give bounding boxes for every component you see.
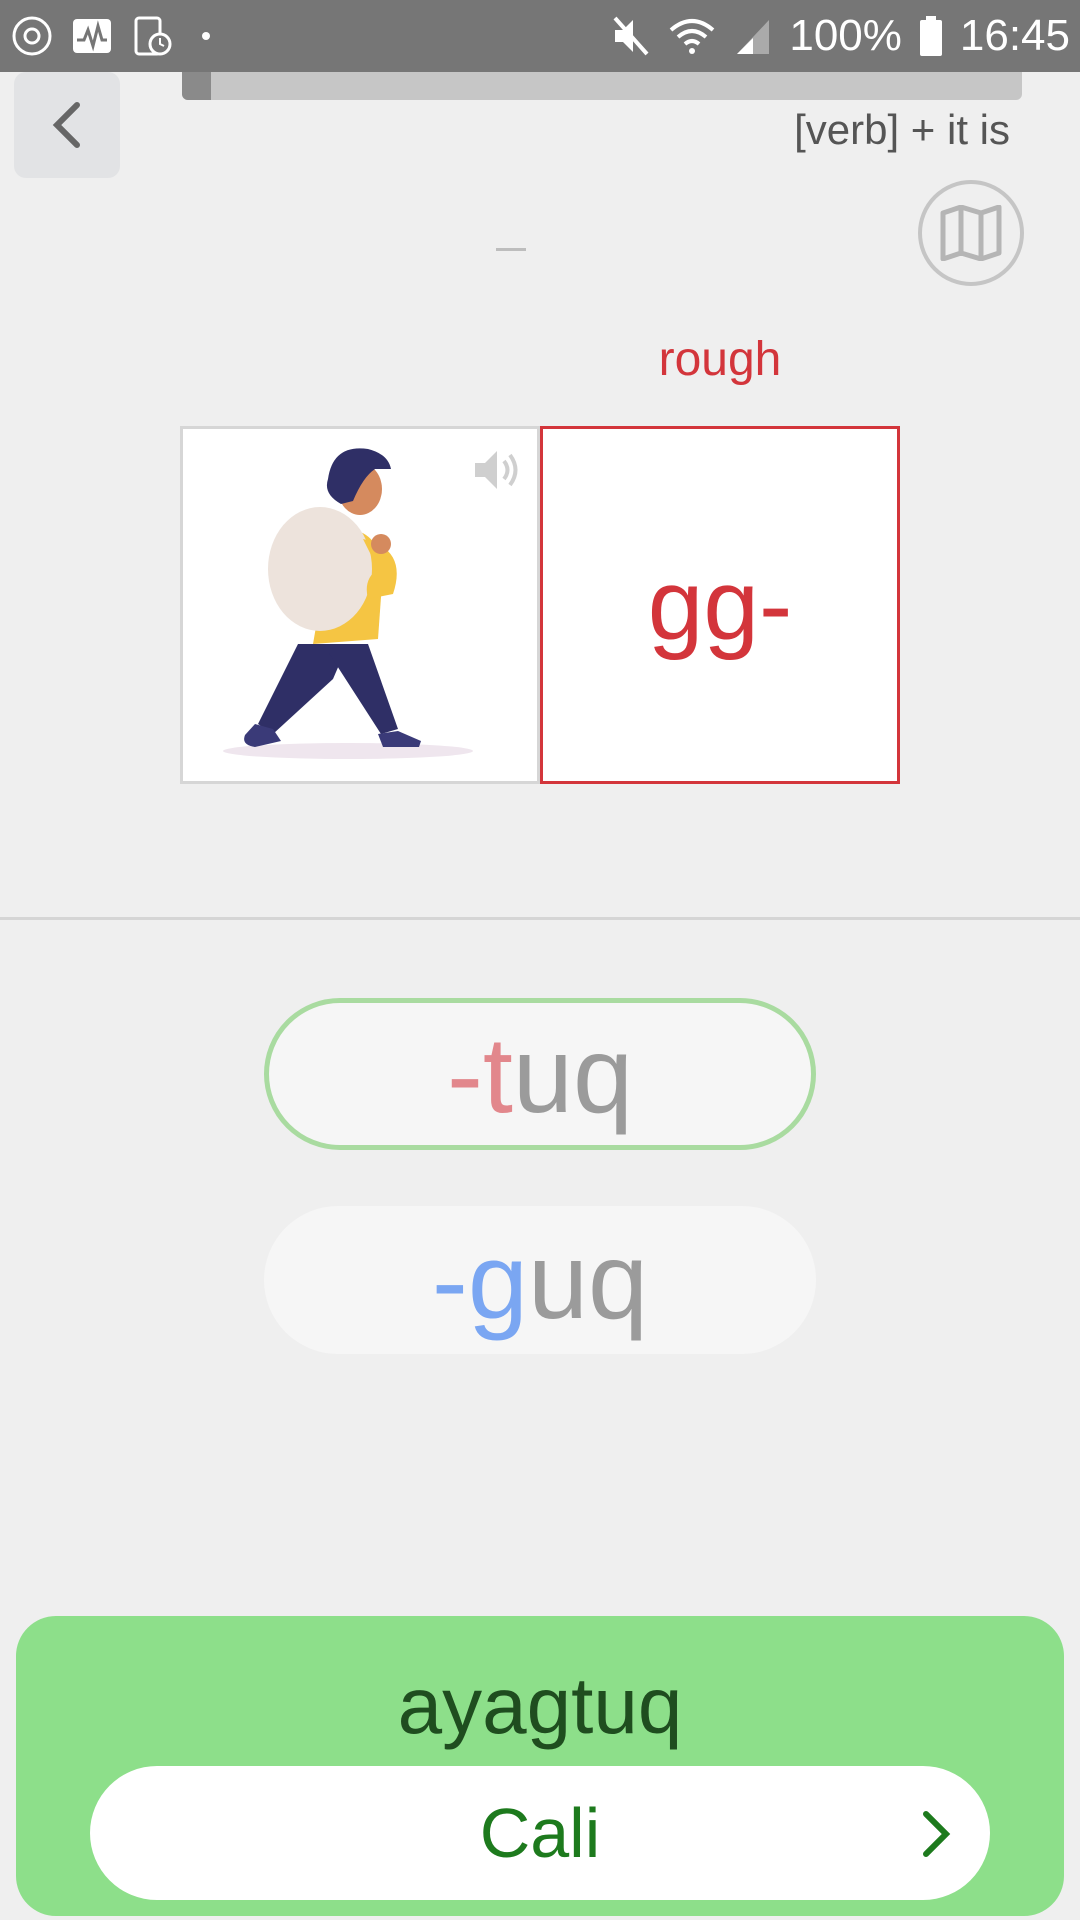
phone-clock-icon [134, 16, 172, 56]
illustration-card[interactable] [180, 426, 540, 784]
speaker-button[interactable] [471, 445, 525, 500]
status-icons-right: 100% 16:45 [611, 10, 1070, 62]
divider [0, 917, 1080, 920]
option-prefix: - [446, 1013, 483, 1135]
activity-icon [73, 19, 111, 53]
suffix-option-guq[interactable]: - g uq [264, 1206, 816, 1354]
status-icons-left [10, 14, 210, 58]
progress-fill [182, 72, 212, 100]
option-rest: uq [512, 1013, 634, 1135]
back-button[interactable] [14, 72, 120, 178]
stem-card: gg- [540, 426, 900, 784]
continue-label: Cali [479, 1794, 601, 1872]
grammar-hint: [verb] + it is [794, 106, 1010, 153]
map-button[interactable] [918, 180, 1024, 286]
option-prefix: - [431, 1219, 468, 1341]
mute-icon [613, 16, 649, 56]
answer-word: ayagtuq [397, 1661, 683, 1750]
back-chevron-icon [52, 102, 80, 148]
option-highlight: t [482, 1013, 513, 1135]
notification-dot-icon [202, 32, 210, 40]
signal-icon [737, 20, 770, 54]
chevron-right-icon [923, 1811, 951, 1857]
battery-percent: 100% [789, 11, 902, 60]
blank-placeholder [496, 248, 526, 251]
continue-button[interactable]: Cali [90, 1766, 990, 1900]
status-bar: 100% 16:45 [0, 0, 1080, 72]
wifi-icon [670, 19, 715, 54]
sync-icon [12, 16, 52, 56]
word-gloss: rough [658, 333, 782, 386]
battery-icon [919, 16, 942, 56]
map-icon [940, 205, 1002, 261]
status-time: 16:45 [959, 11, 1070, 60]
progress-bar [182, 72, 1022, 100]
stem-text: gg- [647, 548, 793, 661]
speaker-icon [475, 451, 518, 489]
option-highlight: g [467, 1219, 528, 1341]
result-panel: ayagtuq Cali [16, 1616, 1064, 1916]
option-rest: uq [527, 1219, 649, 1341]
suffix-option-tuq[interactable]: - t uq [264, 998, 816, 1150]
